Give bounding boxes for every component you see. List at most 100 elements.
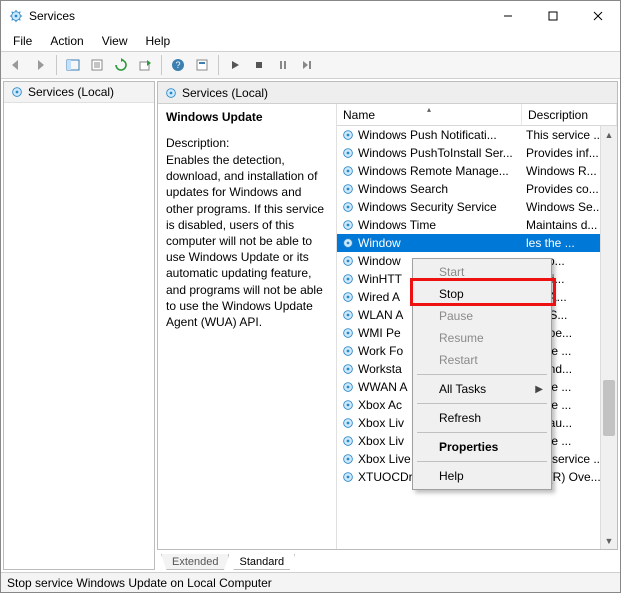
toolbar-refresh-button[interactable] — [110, 54, 132, 76]
service-row[interactable]: Windows TimeMaintains d... — [337, 216, 617, 234]
gear-icon — [341, 218, 355, 232]
gear-icon — [341, 344, 355, 358]
statusbar: Stop service Windows Update on Local Com… — [1, 572, 620, 592]
service-name: Work Fo — [358, 344, 403, 358]
tab-standard[interactable]: Standard — [228, 554, 295, 570]
scroll-up-arrow-icon[interactable]: ▲ — [601, 126, 617, 143]
service-name: WLAN A — [358, 308, 403, 322]
toolbar-properties-button[interactable] — [86, 54, 108, 76]
toolbar-restart-service-button[interactable] — [296, 54, 318, 76]
service-name: WMI Pe — [358, 326, 401, 340]
content-header: Services (Local) — [158, 82, 617, 104]
toolbar-separator — [218, 55, 219, 75]
toolbar-stop-service-button[interactable] — [248, 54, 270, 76]
service-name: Xbox Ac — [358, 398, 402, 412]
ctx-start[interactable]: Start — [415, 261, 549, 283]
statusbar-text: Stop service Windows Update on Local Com… — [7, 576, 272, 590]
service-name: WWAN A — [358, 380, 408, 394]
tab-extended[interactable]: Extended — [161, 554, 229, 570]
gear-icon — [341, 434, 355, 448]
gear-icon — [341, 326, 355, 340]
toolbar-back-button[interactable] — [5, 54, 27, 76]
nav-services-local[interactable]: Services (Local) — [4, 82, 154, 103]
column-header-name[interactable]: Name ▴ — [337, 104, 522, 125]
ctx-pause[interactable]: Pause — [415, 305, 549, 327]
toolbar: ? — [1, 51, 620, 79]
gear-icon — [341, 416, 355, 430]
service-row[interactable]: Windows Remote Manage...Windows R... — [337, 162, 617, 180]
window-titlebar: Services — [1, 1, 620, 31]
ctx-stop[interactable]: Stop — [415, 283, 549, 305]
service-row[interactable]: Windowles the ... — [337, 234, 617, 252]
service-name: Windows Security Service — [358, 200, 497, 214]
ctx-properties[interactable]: Properties — [415, 436, 549, 458]
ctx-separator — [417, 461, 547, 462]
selected-service-name: Windows Update — [166, 110, 328, 124]
toolbar-forward-button[interactable] — [29, 54, 51, 76]
service-name: Windows Remote Manage... — [358, 164, 509, 178]
column-header-description[interactable]: Description — [522, 104, 617, 125]
service-row[interactable]: Windows Security ServiceWindows Se... — [337, 198, 617, 216]
gear-icon — [341, 146, 355, 160]
menu-help[interactable]: Help — [138, 33, 179, 49]
description-label: Description: — [166, 136, 328, 150]
content-header-label: Services (Local) — [182, 86, 268, 100]
description-text: Enables the detection, download, and ins… — [166, 152, 328, 330]
column-headers: Name ▴ Description — [337, 104, 617, 126]
gear-icon — [341, 380, 355, 394]
service-name: Window — [358, 254, 401, 268]
service-row[interactable]: Windows SearchProvides co... — [337, 180, 617, 198]
menu-view[interactable]: View — [94, 33, 136, 49]
gear-icon — [341, 362, 355, 376]
ctx-refresh[interactable]: Refresh — [415, 407, 549, 429]
ctx-separator — [417, 374, 547, 375]
ctx-separator — [417, 403, 547, 404]
sort-ascending-icon: ▴ — [427, 105, 431, 114]
toolbar-separator — [56, 55, 57, 75]
toolbar-export-button[interactable] — [134, 54, 156, 76]
service-row[interactable]: Windows Push Notificati...This service .… — [337, 126, 617, 144]
window-close-button[interactable] — [575, 1, 620, 31]
right-area: Services (Local) Windows Update Descript… — [157, 81, 618, 570]
services-list-pane: Name ▴ Description Windows Push Notifica… — [336, 104, 617, 549]
scrollbar-thumb[interactable] — [603, 380, 615, 436]
services-app-icon — [9, 9, 23, 23]
service-row[interactable]: Windows PushToInstall Ser...Provides inf… — [337, 144, 617, 162]
services-list[interactable]: Windows Push Notificati...This service .… — [337, 126, 617, 549]
column-description-label: Description — [528, 108, 588, 122]
vertical-scrollbar[interactable]: ▲ ▼ — [600, 126, 617, 549]
toolbar-action-button[interactable] — [191, 54, 213, 76]
service-name: WinHTT — [358, 272, 402, 286]
window-title: Services — [29, 9, 485, 23]
gear-icon — [341, 254, 355, 268]
service-name: Windows Search — [358, 182, 448, 196]
toolbar-show-hide-tree-button[interactable] — [62, 54, 84, 76]
service-name: Window — [358, 236, 401, 250]
gear-icon — [341, 272, 355, 286]
gear-icon — [341, 200, 355, 214]
navigation-tree[interactable]: Services (Local) — [3, 81, 155, 570]
gear-icon — [341, 470, 355, 484]
ctx-help[interactable]: Help — [415, 465, 549, 487]
window-maximize-button[interactable] — [530, 1, 575, 31]
menu-action[interactable]: Action — [42, 33, 91, 49]
ctx-resume[interactable]: Resume — [415, 327, 549, 349]
toolbar-start-service-button[interactable] — [224, 54, 246, 76]
menubar: File Action View Help — [1, 31, 620, 51]
window-minimize-button[interactable] — [485, 1, 530, 31]
menu-file[interactable]: File — [5, 33, 40, 49]
ctx-restart[interactable]: Restart — [415, 349, 549, 371]
content-panel: Services (Local) Windows Update Descript… — [157, 81, 618, 550]
toolbar-help-button[interactable]: ? — [167, 54, 189, 76]
ctx-all-tasks[interactable]: All Tasks ▶ — [415, 378, 549, 400]
service-name: Windows Time — [358, 218, 436, 232]
scroll-down-arrow-icon[interactable]: ▼ — [601, 532, 617, 549]
nav-root-label: Services (Local) — [28, 85, 114, 99]
toolbar-pause-service-button[interactable] — [272, 54, 294, 76]
content-body: Windows Update Description: Enables the … — [158, 104, 617, 549]
gear-icon — [341, 182, 355, 196]
gear-icon — [164, 86, 178, 100]
service-name: Windows Push Notificati... — [358, 128, 497, 142]
column-name-label: Name — [343, 108, 375, 122]
service-name: Windows PushToInstall Ser... — [358, 146, 513, 160]
